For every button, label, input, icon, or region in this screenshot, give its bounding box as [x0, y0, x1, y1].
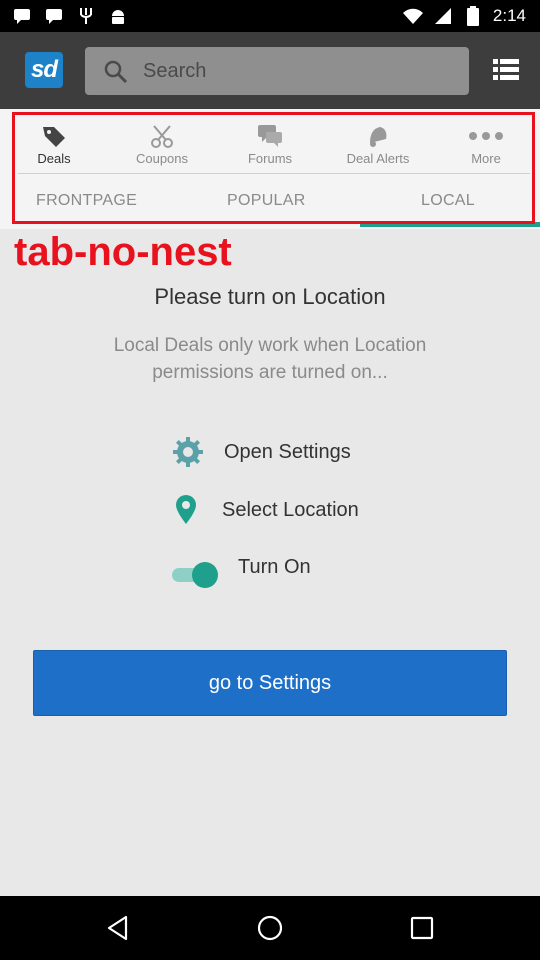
- option-label: Select Location: [222, 498, 359, 521]
- home-icon[interactable]: [256, 914, 284, 942]
- status-bar: 2:14: [0, 0, 540, 32]
- search-input[interactable]: [143, 53, 453, 89]
- battery-icon: [463, 6, 483, 26]
- tab-label: Coupons: [135, 151, 189, 166]
- toggle-icon: [192, 562, 218, 588]
- tab-deal-alerts[interactable]: Deal Alerts: [324, 115, 432, 173]
- location-pin-icon: [170, 494, 202, 526]
- option-select-location: Select Location: [170, 494, 359, 526]
- location-heading: Please turn on Location: [154, 284, 386, 309]
- logo-text: sd: [30, 56, 58, 83]
- tab-deals[interactable]: Deals: [0, 115, 108, 173]
- tab-label: Forums: [247, 151, 293, 166]
- android-icon: [108, 6, 128, 26]
- signal-icon: [433, 6, 453, 26]
- tab-label: Deal Alerts: [346, 151, 410, 166]
- subtab-popular[interactable]: POPULAR: [227, 192, 306, 210]
- tab-forums[interactable]: Forums: [216, 115, 324, 173]
- tab-more[interactable]: More: [432, 115, 540, 173]
- tag-icon: [40, 123, 68, 149]
- option-label: Turn On: [238, 556, 311, 578]
- message-icon: [44, 6, 64, 26]
- option-turn-on: Turn On: [238, 556, 311, 579]
- navigation-bar: [0, 896, 540, 960]
- annotation-label: tab-no-nest: [14, 230, 232, 274]
- more-dots-icon: [469, 123, 503, 149]
- status-time: 2:14: [492, 6, 526, 25]
- search-icon: [103, 59, 129, 85]
- option-label: Open Settings: [224, 440, 351, 463]
- tab-coupons[interactable]: Coupons: [108, 115, 216, 173]
- wifi-icon: [402, 6, 423, 26]
- sub-tabs: FRONTPAGE POPULAR LOCAL: [0, 180, 540, 222]
- app-bar: sd: [0, 32, 540, 109]
- bell-icon: [364, 123, 392, 149]
- selected-tab-indicator: [360, 222, 540, 227]
- fork-icon: [76, 6, 96, 26]
- menu-list-icon[interactable]: [490, 54, 522, 86]
- tab-label: Deals: [37, 151, 71, 166]
- go-to-settings-button[interactable]: go to Settings: [33, 650, 507, 716]
- chat-icon: [256, 123, 284, 149]
- gear-icon: [172, 436, 204, 468]
- tab-divider: [18, 173, 530, 174]
- message-icon: [12, 6, 32, 26]
- main-tabs: Deals Coupons Forums Deal Alerts More: [0, 115, 540, 173]
- location-subtext: Local Deals only work when Location perm…: [113, 335, 427, 383]
- app-logo[interactable]: sd: [25, 52, 63, 88]
- tab-label: More: [471, 151, 501, 166]
- subtab-frontpage[interactable]: FRONTPAGE: [36, 192, 137, 210]
- recents-icon[interactable]: [408, 914, 436, 942]
- scissors-icon: [148, 123, 176, 149]
- back-icon[interactable]: [104, 914, 132, 942]
- option-open-settings: Open Settings: [172, 436, 351, 468]
- subtab-local[interactable]: LOCAL: [421, 192, 475, 210]
- search-box[interactable]: [85, 47, 469, 95]
